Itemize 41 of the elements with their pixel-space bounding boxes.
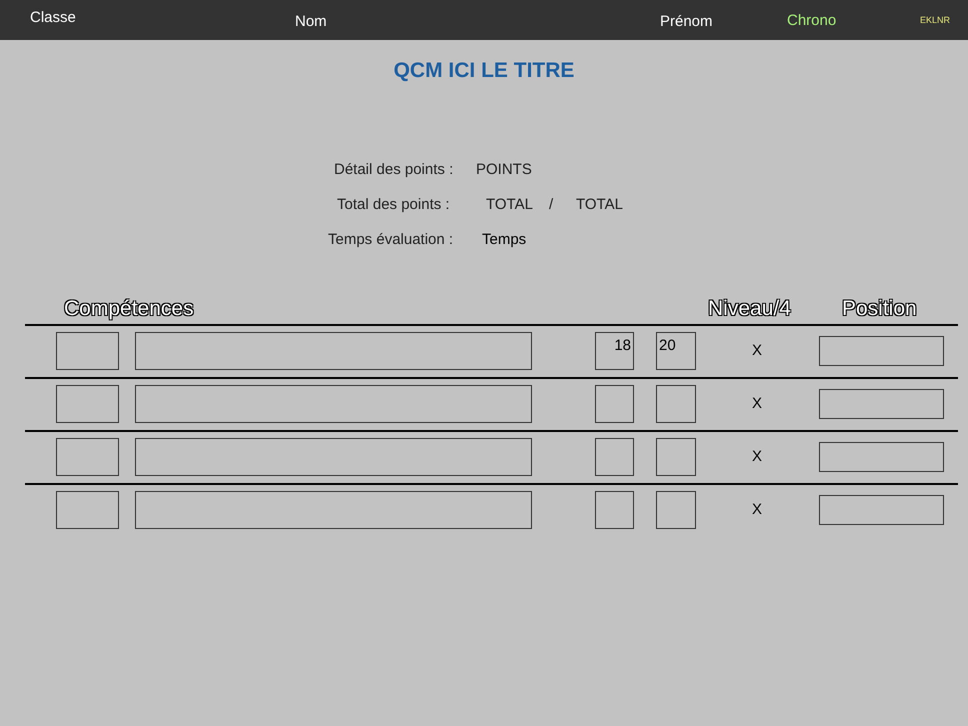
max-field[interactable]: 20 [656, 332, 696, 370]
name-label: Nom [295, 12, 327, 32]
score-field[interactable] [595, 385, 634, 423]
level-mark: X [752, 500, 762, 520]
input-field[interactable] [56, 491, 119, 529]
score-field[interactable] [595, 438, 634, 476]
total-separator: / [549, 194, 554, 215]
level-mark: X [752, 394, 762, 414]
column-header: Position [842, 296, 917, 322]
score-field[interactable]: 18 [595, 332, 634, 370]
position-field[interactable] [819, 336, 944, 366]
input-field[interactable] [135, 491, 532, 529]
detail-label: Détail des points : [334, 160, 454, 180]
firstname-label: Prénom [660, 12, 713, 32]
input-field[interactable] [56, 385, 119, 423]
input-field[interactable] [135, 385, 532, 423]
page-title: QCM ICI LE TITRE [394, 58, 574, 84]
input-field[interactable] [56, 438, 119, 476]
max-field[interactable] [656, 438, 696, 476]
level-mark: X [752, 446, 762, 467]
code-label: EKLNR [920, 14, 950, 27]
total-label: Total des points : [337, 194, 451, 215]
position-field[interactable] [819, 389, 944, 419]
time-value: Temps [482, 230, 526, 250]
input-field[interactable] [56, 332, 119, 370]
position-field[interactable] [819, 442, 944, 472]
chrono-label: Chrono [787, 11, 836, 31]
score-field[interactable] [595, 491, 634, 529]
column-header: Niveau/4 [708, 296, 792, 322]
time-label: Temps évaluation : [328, 230, 454, 250]
total-max: TOTAL [576, 194, 623, 215]
level-mark: X [752, 340, 762, 361]
detail-value: POINTS [476, 160, 532, 180]
class-label: Classe [30, 8, 76, 28]
max-field[interactable] [656, 385, 696, 423]
input-field[interactable] [135, 438, 532, 476]
total-value: TOTAL [486, 194, 534, 215]
position-field[interactable] [819, 495, 944, 525]
column-header: Compétences [64, 296, 195, 322]
input-field[interactable] [135, 332, 532, 370]
max-field[interactable] [656, 491, 696, 529]
